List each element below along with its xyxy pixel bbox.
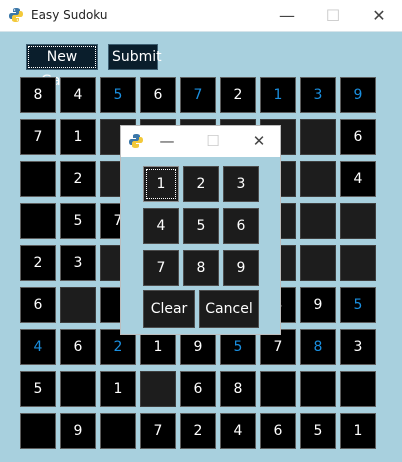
sudoku-cell[interactable]: 1 xyxy=(340,413,376,449)
number-key-3[interactable]: 3 xyxy=(223,166,259,202)
sudoku-cell[interactable]: 6 xyxy=(180,371,216,407)
sudoku-cell[interactable]: 2 xyxy=(180,413,216,449)
maximize-button[interactable]: ☐ xyxy=(310,0,356,31)
sudoku-cell[interactable]: 4 xyxy=(20,329,56,365)
sudoku-cell[interactable]: 5 xyxy=(100,77,136,113)
sudoku-cell[interactable] xyxy=(60,287,96,323)
dialog-title-bar: — ☐ ✕ xyxy=(121,126,280,157)
sudoku-cell[interactable]: 8 xyxy=(300,329,336,365)
clear-button[interactable]: Clear xyxy=(143,290,195,328)
sudoku-cell[interactable]: 9 xyxy=(300,287,336,323)
title-bar: Easy Sudoku — ☐ ✕ xyxy=(0,0,402,32)
sudoku-cell[interactable]: 4 xyxy=(60,77,96,113)
sudoku-cell[interactable] xyxy=(20,413,56,449)
sudoku-cell[interactable] xyxy=(60,371,96,407)
sudoku-cell[interactable] xyxy=(20,203,56,239)
number-key-1[interactable]: 1 xyxy=(143,166,179,202)
number-picker-dialog: — ☐ ✕ 123 456 789 Clear Cancel xyxy=(120,125,281,335)
sudoku-cell[interactable]: 6 xyxy=(340,119,376,155)
number-key-5[interactable]: 5 xyxy=(183,208,219,244)
sudoku-cell[interactable] xyxy=(20,161,56,197)
cancel-button[interactable]: Cancel xyxy=(199,290,259,328)
window-title: Easy Sudoku xyxy=(31,8,108,22)
sudoku-cell[interactable]: 1 xyxy=(100,371,136,407)
sudoku-cell[interactable] xyxy=(300,119,336,155)
sudoku-cell[interactable]: 2 xyxy=(220,77,256,113)
sudoku-cell[interactable] xyxy=(300,245,336,281)
dialog-maximize-button[interactable]: ☐ xyxy=(190,126,236,157)
sudoku-cell[interactable]: 8 xyxy=(220,371,256,407)
sudoku-cell[interactable] xyxy=(100,413,136,449)
sudoku-cell[interactable]: 5 xyxy=(300,413,336,449)
python-icon xyxy=(129,134,143,148)
python-icon xyxy=(9,8,23,22)
dialog-minimize-button[interactable]: — xyxy=(144,126,190,157)
sudoku-cell[interactable]: 5 xyxy=(60,203,96,239)
sudoku-cell[interactable]: 7 xyxy=(20,119,56,155)
sudoku-cell[interactable]: 6 xyxy=(140,77,176,113)
number-key-2[interactable]: 2 xyxy=(183,166,219,202)
sudoku-cell[interactable] xyxy=(300,371,336,407)
sudoku-cell[interactable]: 3 xyxy=(60,245,96,281)
sudoku-cell[interactable] xyxy=(260,371,296,407)
sudoku-cell[interactable]: 6 xyxy=(260,413,296,449)
sudoku-cell[interactable]: 3 xyxy=(340,329,376,365)
sudoku-cell[interactable]: 6 xyxy=(60,329,96,365)
close-button[interactable]: ✕ xyxy=(356,0,402,31)
sudoku-cell[interactable]: 5 xyxy=(340,287,376,323)
sudoku-cell[interactable]: 1 xyxy=(260,77,296,113)
sudoku-cell[interactable]: 7 xyxy=(140,413,176,449)
sudoku-cell[interactable]: 7 xyxy=(180,77,216,113)
sudoku-cell[interactable]: 8 xyxy=(20,77,56,113)
sudoku-cell[interactable] xyxy=(300,203,336,239)
new-game-button[interactable]: New Game xyxy=(26,44,98,89)
submit-button[interactable]: Submit xyxy=(108,44,162,70)
sudoku-cell[interactable]: 2 xyxy=(20,245,56,281)
number-key-8[interactable]: 8 xyxy=(183,250,219,286)
number-key-7[interactable]: 7 xyxy=(143,250,179,286)
dialog-close-button[interactable]: ✕ xyxy=(236,126,282,157)
sudoku-cell[interactable]: 9 xyxy=(340,77,376,113)
number-key-6[interactable]: 6 xyxy=(223,208,259,244)
number-key-9[interactable]: 9 xyxy=(223,250,259,286)
sudoku-cell[interactable]: 3 xyxy=(300,77,336,113)
sudoku-cell[interactable] xyxy=(340,245,376,281)
sudoku-cell[interactable] xyxy=(140,371,176,407)
sudoku-cell[interactable]: 9 xyxy=(60,413,96,449)
sudoku-cell[interactable] xyxy=(340,203,376,239)
sudoku-cell[interactable]: 4 xyxy=(340,161,376,197)
sudoku-cell[interactable] xyxy=(300,161,336,197)
sudoku-cell[interactable] xyxy=(340,371,376,407)
sudoku-cell[interactable]: 1 xyxy=(60,119,96,155)
minimize-button[interactable]: — xyxy=(264,0,310,31)
sudoku-cell[interactable]: 6 xyxy=(20,287,56,323)
sudoku-cell[interactable]: 4 xyxy=(220,413,256,449)
number-key-4[interactable]: 4 xyxy=(143,208,179,244)
sudoku-cell[interactable]: 2 xyxy=(60,161,96,197)
sudoku-cell[interactable]: 5 xyxy=(20,371,56,407)
